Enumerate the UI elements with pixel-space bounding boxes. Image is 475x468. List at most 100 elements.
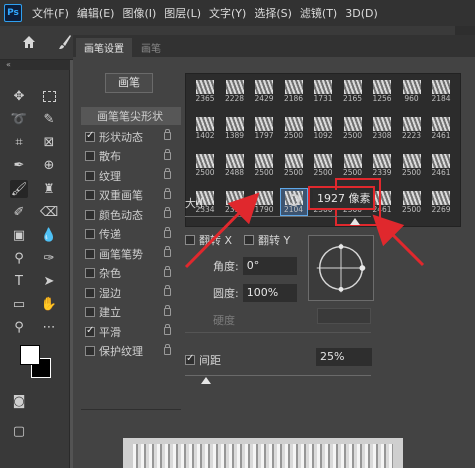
setting-checkbox[interactable]	[85, 287, 95, 298]
menu-select[interactable]: 选择(S)	[254, 5, 292, 21]
home-icon[interactable]	[22, 35, 36, 49]
flip-y-toggle[interactable]: 翻转 Y	[244, 232, 290, 248]
lasso-tool-icon[interactable]: ➰	[10, 110, 28, 128]
spacing-toggle[interactable]: 间距	[185, 352, 221, 368]
brush-tip[interactable]: 2184	[428, 78, 454, 104]
brush-tip[interactable]: 2228	[222, 78, 248, 104]
setting-row[interactable]: 纹理	[81, 166, 181, 186]
brush-tip[interactable]: 1256	[369, 78, 395, 104]
healing-tool-icon[interactable]: ⊕	[40, 156, 58, 174]
setting-checkbox[interactable]	[85, 229, 95, 240]
brush-tip[interactable]: 2391	[222, 189, 248, 215]
brush-tip[interactable]: 2500	[399, 189, 425, 215]
menu-layer[interactable]: 图层(L)	[164, 5, 201, 21]
gradient-tool-icon[interactable]: ▣	[10, 226, 28, 244]
menu-edit[interactable]: 编辑(E)	[77, 5, 115, 21]
pen-tool-icon[interactable]: ✑	[40, 249, 58, 267]
setting-row[interactable]: 散布	[81, 147, 181, 167]
setting-row[interactable]: 传递	[81, 225, 181, 245]
brush-tip[interactable]: 2500	[399, 152, 425, 178]
brush-tip[interactable]: 1389	[222, 115, 248, 141]
brush-tip[interactable]: 2500	[310, 152, 336, 178]
setting-checkbox[interactable]	[85, 151, 95, 162]
setting-row[interactable]: 画笔笔尖形状	[81, 107, 181, 125]
zoom-tool-icon[interactable]: ⚲	[10, 318, 28, 336]
blur-tool-icon[interactable]: 💧	[40, 226, 58, 244]
brush-tip[interactable]: 2500	[281, 152, 307, 178]
quick-mask-icon[interactable]: ◙	[10, 392, 28, 410]
type-tool-icon[interactable]: T	[10, 272, 28, 290]
path-select-tool-icon[interactable]: ➤	[40, 272, 58, 290]
brush-tip[interactable]: 2165	[340, 78, 366, 104]
size-slider-thumb[interactable]	[350, 218, 360, 225]
setting-row[interactable]: 颜色动态	[81, 205, 181, 225]
setting-checkbox[interactable]	[85, 268, 95, 279]
menu-3d[interactable]: 3D(D)	[345, 7, 378, 20]
setting-checkbox[interactable]	[85, 248, 95, 259]
setting-checkbox[interactable]	[85, 325, 95, 337]
tab-brush-settings[interactable]: 画笔设置	[76, 38, 132, 57]
screen-mode-icon[interactable]: ▢	[10, 422, 28, 440]
brush-tip[interactable]: 960	[399, 78, 425, 104]
flip-x-toggle[interactable]: 翻转 X	[185, 232, 232, 248]
lock-icon[interactable]	[164, 148, 171, 160]
brush-tip[interactable]: 2461	[428, 115, 454, 141]
brushes-button[interactable]: 画笔	[105, 73, 153, 93]
menu-type[interactable]: 文字(Y)	[209, 5, 246, 21]
lock-icon[interactable]	[164, 226, 171, 238]
brush-tip[interactable]: 1092	[310, 115, 336, 141]
setting-row[interactable]: 形状动态	[81, 127, 181, 147]
setting-checkbox[interactable]	[85, 170, 95, 181]
size-slider[interactable]	[185, 216, 371, 217]
lock-icon[interactable]	[164, 129, 171, 140]
frame-tool-icon[interactable]: ⊠	[40, 133, 58, 151]
brush-tip[interactable]: 1797	[251, 115, 277, 141]
lock-icon[interactable]	[164, 187, 171, 199]
lock-icon[interactable]	[164, 265, 171, 277]
brush-tip[interactable]: 2500	[192, 152, 218, 178]
lock-icon[interactable]	[164, 304, 171, 316]
setting-checkbox[interactable]	[85, 209, 95, 220]
setting-row[interactable]: 双重画笔	[81, 186, 181, 206]
flip-y-checkbox[interactable]	[244, 235, 254, 245]
stamp-tool-icon[interactable]: ♜	[40, 180, 58, 198]
lock-icon[interactable]	[164, 246, 171, 257]
setting-checkbox[interactable]	[85, 346, 95, 357]
brush-tip[interactable]: 2488	[222, 152, 248, 178]
brush-tip[interactable]: 1790	[251, 189, 277, 215]
brush-tip[interactable]: 2500	[340, 152, 366, 178]
reset-size-icon[interactable]	[288, 194, 300, 206]
marquee-tool-icon[interactable]	[40, 87, 58, 105]
menu-filter[interactable]: 滤镜(T)	[300, 5, 337, 21]
eyedropper-tool-icon[interactable]: ✒	[10, 156, 28, 174]
angle-roundness-widget[interactable]	[308, 235, 374, 301]
lock-icon[interactable]	[164, 168, 171, 179]
flip-x-checkbox[interactable]	[185, 235, 195, 245]
foreground-color-swatch[interactable]	[20, 345, 40, 365]
rectangle-tool-icon[interactable]: ▭	[10, 295, 28, 313]
setting-row[interactable]: 建立	[81, 303, 181, 323]
setting-checkbox[interactable]	[85, 130, 95, 142]
eraser-tool-icon[interactable]: ⌫	[40, 203, 58, 221]
brush-tip[interactable]: 2365	[192, 78, 218, 104]
brush-tip[interactable]: 2461	[428, 152, 454, 178]
setting-checkbox[interactable]	[85, 307, 95, 318]
quick-select-tool-icon[interactable]: ✎	[40, 110, 58, 128]
lock-icon[interactable]	[164, 285, 171, 296]
setting-row[interactable]: 保护纹理	[81, 342, 181, 362]
dodge-tool-icon[interactable]: ⚲	[10, 249, 28, 267]
spacing-checkbox[interactable]	[185, 353, 195, 365]
setting-row[interactable]: 画笔笔势	[81, 244, 181, 264]
brush-tip[interactable]: 2429	[251, 78, 277, 104]
setting-row[interactable]: 杂色	[81, 264, 181, 284]
brush-tip[interactable]: 2223	[399, 115, 425, 141]
spacing-slider-thumb[interactable]	[201, 377, 211, 384]
spacing-field[interactable]: 25%	[316, 348, 372, 366]
brush-tool-icon[interactable]: 🖌	[10, 180, 28, 198]
move-tool-icon[interactable]: ✥	[10, 87, 28, 105]
lock-icon[interactable]	[164, 324, 171, 335]
brush-tip[interactable]: 2500	[340, 115, 366, 141]
history-brush-tool-icon[interactable]: ✐	[10, 203, 28, 221]
setting-checkbox[interactable]	[85, 190, 95, 201]
collapse-toolbar-icon[interactable]: «	[0, 60, 70, 70]
